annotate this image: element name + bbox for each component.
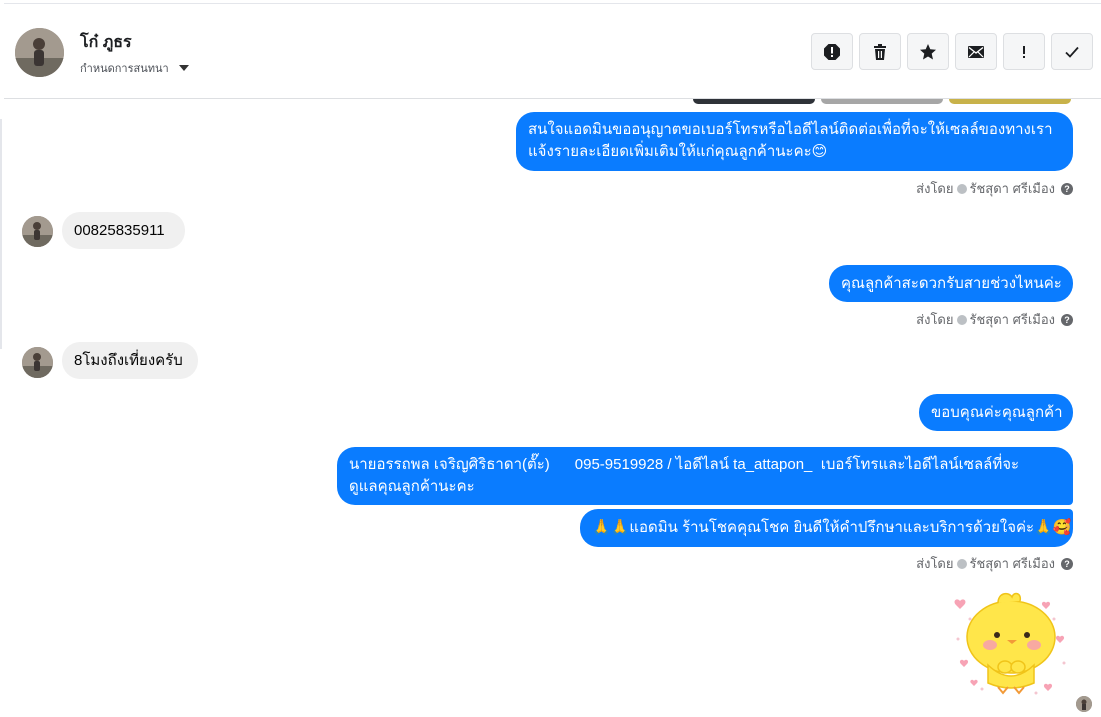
trash-icon [874,43,886,60]
sender-info: ส่งโดย รัชสุดา ศรีเมือง ? [916,309,1073,330]
sender-info: ส่งโดย รัชสุดา ศรีเมือง ? [916,178,1073,199]
contact-avatar[interactable] [15,28,64,77]
message-text: คุณลูกค้าสะดวกรับสายช่วงไหนค่ะ [841,275,1062,292]
conversation-header: โก๋ ภูธร กำหนดการสนทนา [4,3,1101,99]
delete-button[interactable] [859,33,901,70]
help-icon[interactable]: ? [1061,313,1073,326]
star-icon [920,43,936,59]
message-text: แจ้งรายละเอียดเพิ่มเติมให้แก่คุณลูกค้านะ… [528,143,828,160]
assign-label: กำหนดการสนทนา [80,63,169,75]
agent-name: รัชสุดา ศรีเมือง [969,181,1056,196]
check-icon [1065,46,1079,58]
assign-conversation-dropdown[interactable]: กำหนดการสนทนา [80,59,189,77]
sender-info: ส่งโดย รัชสุดา ศรีเมือง ? [916,553,1073,574]
scroll-edge [0,119,2,349]
report-icon [824,43,840,60]
chevron-down-icon [178,65,189,71]
sent-by-label: ส่งโดย [916,312,954,327]
report-button[interactable] [811,33,853,70]
previous-image[interactable] [693,99,815,104]
message-thread[interactable]: สนใจแอดมินขออนุญาตขอเบอร์โทรหรือไอดีไลน์… [0,99,1101,717]
help-icon[interactable]: ? [1061,182,1073,195]
message-text: ขอบคุณค่ะคุณลูกค้า [931,404,1063,421]
message-text: สนใจแอดมินขออนุญาตขอเบอร์โทรหรือไอดีไลน์… [528,121,1053,138]
message-text: ดูแลคุณลูกค้านะคะ [349,478,475,495]
outgoing-message[interactable]: ขอบคุณค่ะคุณลูกค้า [919,394,1073,431]
message-text: 8โมงถึงเที่ยงครับ [74,352,183,369]
contact-avatar[interactable] [22,347,53,378]
sticker-message[interactable] [950,589,1078,699]
mark-done-button[interactable] [1051,33,1093,70]
previous-image[interactable] [949,99,1071,104]
message-text: 00825835911 [74,222,165,239]
outgoing-message[interactable]: สนใจแอดมินขออนุญาตขอเบอร์โทรหรือไอดีไลน์… [516,112,1073,171]
envelope-icon [968,45,984,58]
previous-image[interactable] [821,99,943,104]
help-icon[interactable]: ? [1061,557,1073,570]
mark-unread-button[interactable] [955,33,997,70]
contact-avatar[interactable] [22,216,53,247]
message-text: นายอรรถพล เจริญศิริธาดา(ตั๊ะ) 095-951992… [349,456,1020,473]
check-circle-icon [956,558,967,569]
seen-avatar [1076,696,1092,712]
agent-name: รัชสุดา ศรีเมือง [969,312,1056,327]
sent-by-label: ส่งโดย [916,556,954,571]
message-text: 🙏🙏แอดมิน ร้านโชคคุณโชค ยินดีให้คำปรึกษาแ… [592,519,1072,536]
check-circle-icon [956,314,967,325]
outgoing-message[interactable]: 🙏🙏แอดมิน ร้านโชคคุณโชค ยินดีให้คำปรึกษาแ… [580,509,1073,547]
agent-name: รัชสุดา ศรีเมือง [969,556,1056,571]
incoming-message[interactable]: 00825835911 [62,212,185,249]
incoming-message[interactable]: 8โมงถึงเที่ยงครับ [62,342,198,379]
exclamation-icon [1023,45,1025,58]
chick-sticker-icon [954,592,1066,695]
outgoing-message[interactable]: คุณลูกค้าสะดวกรับสายช่วงไหนค่ะ [829,265,1073,302]
check-circle-icon [956,183,967,194]
star-button[interactable] [907,33,949,70]
sent-by-label: ส่งโดย [916,181,954,196]
contact-name[interactable]: โก๋ ภูธร [80,30,132,55]
conversation-actions [811,33,1093,70]
outgoing-message[interactable]: นายอรรถพล เจริญศิริธาดา(ตั๊ะ) 095-951992… [337,447,1073,505]
mark-spam-button[interactable] [1003,33,1045,70]
